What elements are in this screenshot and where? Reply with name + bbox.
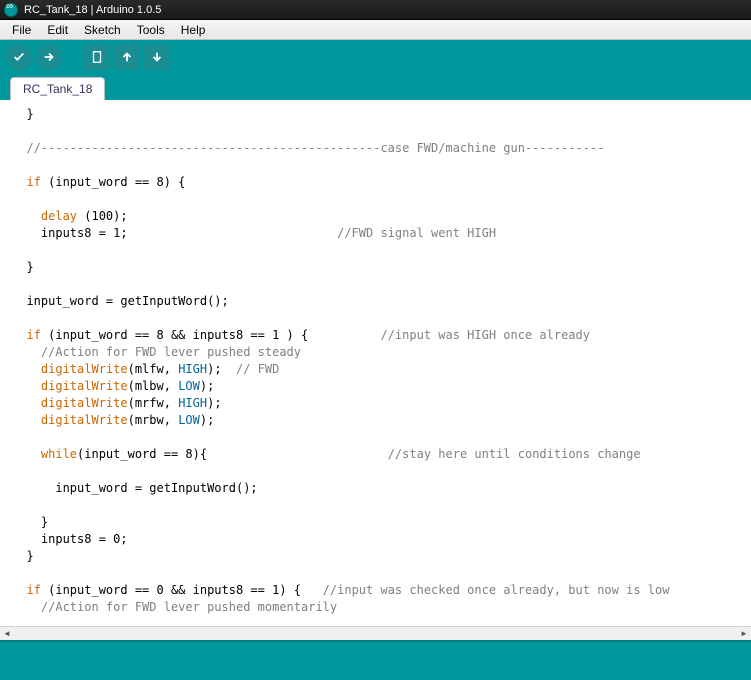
- upload-button[interactable]: [36, 44, 62, 70]
- save-button[interactable]: [144, 44, 170, 70]
- tab-sketch[interactable]: RC_Tank_18: [10, 77, 105, 100]
- toolbar: [0, 40, 751, 74]
- arrow-right-icon: [42, 50, 56, 64]
- menu-edit[interactable]: Edit: [39, 21, 76, 39]
- file-icon: [90, 50, 104, 64]
- code-editor[interactable]: } //------------------------------------…: [0, 100, 751, 626]
- menubar: File Edit Sketch Tools Help: [0, 20, 751, 40]
- titlebar: RC_Tank_18 | Arduino 1.0.5: [0, 0, 751, 20]
- arrow-down-icon: [150, 50, 164, 64]
- menu-file[interactable]: File: [4, 21, 39, 39]
- scroll-left-icon[interactable]: ◄: [0, 628, 14, 640]
- horizontal-scrollbar[interactable]: ◄ ►: [0, 626, 751, 640]
- check-icon: [12, 50, 26, 64]
- scroll-right-icon[interactable]: ►: [737, 628, 751, 640]
- menu-sketch[interactable]: Sketch: [76, 21, 129, 39]
- console-area: [0, 640, 751, 680]
- menu-help[interactable]: Help: [173, 21, 214, 39]
- arduino-icon: [4, 3, 18, 17]
- tabbar: RC_Tank_18: [0, 74, 751, 100]
- open-button[interactable]: [114, 44, 140, 70]
- menu-tools[interactable]: Tools: [129, 21, 173, 39]
- arrow-up-icon: [120, 50, 134, 64]
- verify-button[interactable]: [6, 44, 32, 70]
- window-title: RC_Tank_18 | Arduino 1.0.5: [24, 4, 161, 16]
- new-button[interactable]: [84, 44, 110, 70]
- editor-area: } //------------------------------------…: [0, 100, 751, 626]
